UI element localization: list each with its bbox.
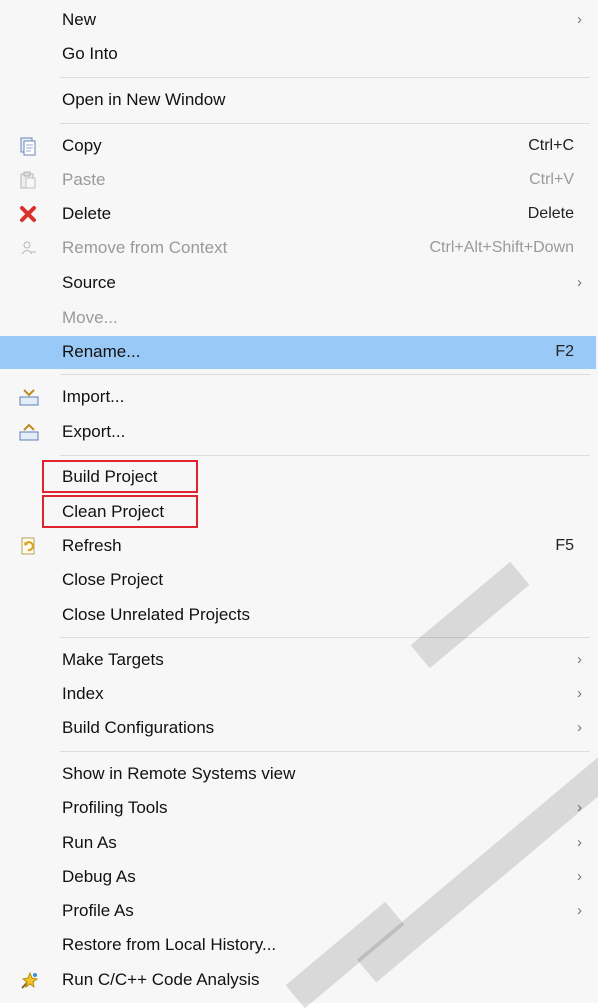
menu-item-index[interactable]: Index ›	[0, 678, 596, 710]
menu-separator	[60, 455, 590, 456]
refresh-icon	[18, 536, 38, 556]
import-icon	[18, 387, 39, 407]
menu-item-restore-from-local-history[interactable]: Restore from Local History...	[0, 929, 596, 961]
menu-item-label: Refresh	[62, 536, 122, 555]
menu-item-source[interactable]: Source ›	[0, 267, 596, 299]
submenu-arrow-icon: ›	[577, 902, 582, 919]
menu-item-label: New	[62, 10, 97, 29]
submenu-arrow-icon: ›	[577, 11, 582, 28]
menu-item-make-targets[interactable]: Make Targets ›	[0, 644, 596, 676]
menu-item-label: Delete	[62, 204, 112, 223]
submenu-arrow-icon: ›	[577, 651, 582, 668]
menu-item-label: Make Targets	[62, 650, 164, 669]
menu-item-delete[interactable]: Delete Delete	[0, 198, 596, 230]
menu-item-open-in-new-window[interactable]: Open in New Window	[0, 84, 596, 116]
menu-item-label: Profiling Tools	[62, 798, 168, 817]
menu-item-label: Go Into	[62, 44, 118, 63]
menu-item-import[interactable]: Import...	[0, 381, 596, 413]
menu-item-paste[interactable]: Paste Ctrl+V	[0, 164, 596, 196]
menu-item-label: Paste	[62, 170, 106, 189]
highlight-box-build-project	[42, 460, 198, 493]
menu-item-label: Run As	[62, 833, 117, 852]
menu-item-label: Open in New Window	[62, 90, 226, 109]
menu-item-label: Build Configurations	[62, 718, 215, 737]
menu-item-rename[interactable]: Rename... F2	[0, 336, 596, 369]
menu-item-go-into[interactable]: Go Into	[0, 38, 596, 70]
menu-item-label: Close Project	[62, 570, 164, 589]
highlight-box-clean-project	[42, 495, 198, 528]
menu-item-profile-as[interactable]: Profile As ›	[0, 895, 596, 927]
menu-separator	[60, 123, 590, 124]
menu-item-build-configurations[interactable]: Build Configurations ›	[0, 712, 596, 744]
menu-item-shortcut: Delete	[527, 205, 574, 222]
menu-item-shortcut: Ctrl+C	[528, 137, 574, 154]
menu-item-label: Profile As	[62, 901, 134, 920]
context-menu: New › Go Into Open in New Window Copy Ct…	[0, 0, 598, 1008]
menu-separator	[60, 77, 590, 78]
menu-item-label: Source	[62, 273, 116, 292]
delete-icon	[18, 204, 38, 224]
menu-item-shortcut: F2	[555, 343, 574, 360]
menu-separator	[60, 637, 590, 638]
menu-item-label: Show in Remote Systems view	[62, 764, 296, 783]
menu-item-label: Close Unrelated Projects	[62, 605, 251, 624]
menu-separator	[60, 374, 590, 375]
menu-item-label: Copy	[62, 136, 102, 155]
submenu-arrow-icon: ›	[577, 685, 582, 702]
submenu-arrow-icon: ›	[577, 274, 582, 291]
code-analysis-icon	[18, 970, 39, 990]
copy-icon	[18, 136, 38, 156]
submenu-arrow-icon: ›	[577, 868, 582, 885]
menu-item-remove-from-context[interactable]: Remove from Context Ctrl+Alt+Shift+Down	[0, 232, 596, 264]
paste-icon	[18, 170, 38, 190]
submenu-arrow-icon: ›	[577, 834, 582, 851]
menu-item-profiling-tools[interactable]: Profiling Tools ›	[0, 792, 596, 824]
menu-item-label: Run C/C++ Code Analysis	[62, 970, 260, 989]
remove-context-icon	[18, 238, 38, 258]
menu-item-label: Rename...	[62, 342, 141, 361]
menu-item-label: Export...	[62, 422, 126, 441]
export-icon	[18, 422, 39, 442]
submenu-arrow-icon: ›	[577, 719, 582, 736]
menu-item-show-in-remote-systems-view[interactable]: Show in Remote Systems view	[0, 758, 596, 790]
menu-item-label: Restore from Local History...	[62, 935, 277, 954]
menu-item-label: Remove from Context	[62, 238, 228, 257]
menu-item-label: Debug As	[62, 867, 136, 886]
menu-item-shortcut: Ctrl+V	[529, 171, 574, 188]
menu-item-new[interactable]: New ›	[0, 4, 596, 36]
menu-item-shortcut: Ctrl+Alt+Shift+Down	[429, 239, 574, 256]
menu-item-refresh[interactable]: Refresh F5	[0, 530, 596, 562]
menu-item-shortcut: F5	[555, 537, 574, 554]
menu-item-export[interactable]: Export...	[0, 416, 596, 448]
menu-item-copy[interactable]: Copy Ctrl+C	[0, 130, 596, 162]
menu-item-label: Move...	[62, 308, 118, 327]
menu-separator	[60, 751, 590, 752]
menu-item-move[interactable]: Move...	[0, 302, 596, 334]
menu-item-label: Index	[62, 684, 104, 703]
menu-item-label: Import...	[62, 387, 125, 406]
